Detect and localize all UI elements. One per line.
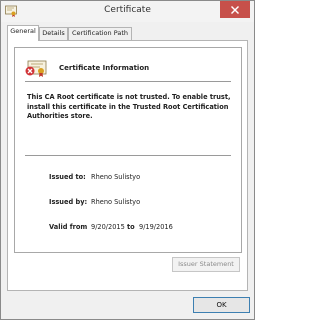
divider-bottom <box>25 155 231 156</box>
issued-to-label: Issued to: <box>49 173 86 181</box>
tab-strip: General Details Certification Path <box>7 25 247 41</box>
issued-to-value[interactable]: Rheno Sulistyo <box>91 173 140 181</box>
close-icon <box>231 5 239 14</box>
tab-general[interactable]: General <box>7 25 39 41</box>
issued-by-value[interactable]: Rheno Sulistyo <box>91 198 140 206</box>
window-title: Certificate <box>104 5 151 15</box>
divider-top <box>25 81 231 82</box>
valid-from-value[interactable]: 9/20/2015 <box>91 223 125 231</box>
valid-to-value[interactable]: 9/19/2016 <box>139 223 173 231</box>
issued-by-label: Issued by: <box>49 198 88 206</box>
tab-certification-path[interactable]: Certification Path <box>68 27 132 40</box>
certificate-dialog: Certificate General Details Certificatio… <box>0 0 255 320</box>
title-bar[interactable]: Certificate <box>1 1 254 22</box>
untrusted-certificate-icon <box>25 60 47 77</box>
close-button[interactable] <box>220 1 250 18</box>
tab-details[interactable]: Details <box>39 27 68 40</box>
valid-to-label: to <box>127 223 135 231</box>
valid-from-label: Valid from <box>49 223 88 231</box>
certificate-info-title: Certificate Information <box>59 64 150 72</box>
certificate-info-box: Certificate Information This CA Root cer… <box>14 47 242 253</box>
issuer-statement-button[interactable]: Issuer Statement <box>172 257 240 272</box>
general-tab-panel: Certificate Information This CA Root cer… <box>7 40 248 291</box>
trust-warning-text: This CA Root certificate is not trusted.… <box>27 93 231 120</box>
ok-button[interactable]: OK <box>193 297 250 313</box>
